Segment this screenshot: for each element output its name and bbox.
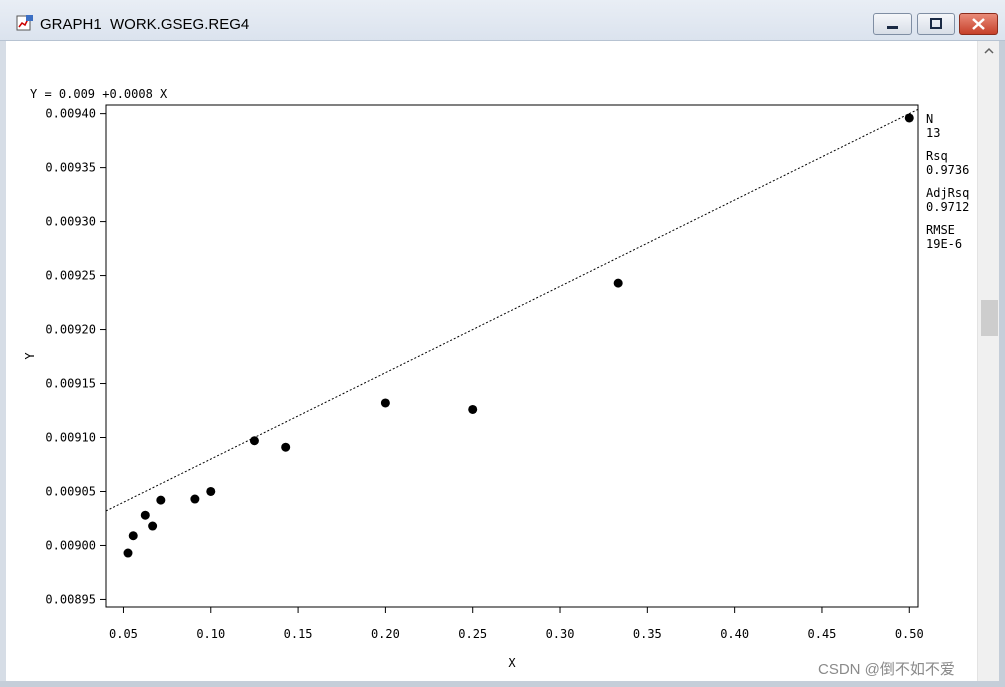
minimize-icon (887, 26, 898, 29)
y-axis: 0.00895 0.00900 0.00905 0.00910 0.00915 0.009… (45, 107, 106, 606)
data-point (128, 531, 138, 541)
window-title: GRAPH1 WORK.GSEG.REG4 (40, 16, 250, 33)
x-tick-label: 0.25 (458, 627, 487, 641)
data-point (190, 494, 200, 504)
x-tick-label: 0.45 (808, 627, 837, 641)
maximize-button[interactable] (917, 13, 955, 35)
x-tick-label: 0.50 (895, 627, 924, 641)
x-tick-label: 0.05 (109, 627, 138, 641)
data-point (904, 113, 914, 123)
y-axis-label: Y (23, 352, 37, 360)
x-tick-label: 0.15 (284, 627, 313, 641)
y-tick-label: 0.00920 (45, 323, 96, 337)
data-point (123, 548, 133, 558)
stat-label: N (926, 112, 933, 126)
scatter-plot: Y = 0.009 +0.0008 X 0.00895 0.00900 0.0090… (23, 87, 969, 670)
scroll-up-button[interactable] (978, 41, 1000, 61)
x-tick-label: 0.10 (196, 627, 225, 641)
chevron-up-icon (984, 47, 994, 54)
window-frame-right (999, 41, 1005, 687)
data-point (281, 442, 291, 452)
x-tick-label: 0.30 (546, 627, 575, 641)
data-point (206, 486, 216, 496)
x-tick-label: 0.20 (371, 627, 400, 641)
data-points (123, 113, 914, 558)
graph-canvas: Y = 0.009 +0.0008 X 0.00895 0.00900 0.0090… (6, 41, 977, 681)
stat-label: RMSE (926, 223, 955, 237)
stat-label: Rsq (926, 149, 948, 163)
stat-label: AdjRsq (926, 186, 969, 200)
graph-app-icon[interactable] (16, 14, 34, 32)
y-tick-label: 0.00935 (45, 161, 96, 175)
y-tick-label: 0.00900 (45, 538, 96, 552)
data-point (380, 398, 390, 408)
data-point (156, 495, 166, 505)
y-tick-label: 0.00915 (45, 377, 96, 391)
data-point (249, 436, 259, 446)
window-frame-bottom (0, 681, 1005, 687)
y-tick-label: 0.00930 (45, 215, 96, 229)
close-icon (972, 18, 985, 30)
scroll-thumb[interactable] (981, 300, 998, 336)
data-point (613, 278, 623, 288)
y-tick-label: 0.00925 (45, 269, 96, 283)
close-button[interactable] (959, 13, 998, 35)
minimize-button[interactable] (873, 13, 912, 35)
plot-frame (105, 104, 919, 608)
watermark: CSDN @倒不如不爱 (818, 661, 955, 678)
stat-value: 0.9712 (926, 200, 969, 214)
regression-line (105, 108, 919, 512)
stat-value: 19E-6 (926, 237, 962, 251)
stat-value: 0.9736 (926, 163, 969, 177)
regression-equation: Y = 0.009 +0.0008 X (30, 87, 168, 101)
y-tick-label: 0.00895 (45, 592, 96, 606)
x-axis-label: X (508, 656, 516, 670)
title-bar[interactable]: GRAPH1 WORK.GSEG.REG4 (0, 0, 1005, 41)
restore-icon (930, 18, 942, 29)
x-tick-label: 0.40 (720, 627, 749, 641)
stat-value: 13 (926, 126, 940, 140)
fit-statistics: N13 Rsq0.9736 AdjRsq0.9712 RMSE19E-6 (926, 112, 969, 251)
vertical-scrollbar[interactable] (977, 41, 1000, 681)
data-point (148, 521, 158, 531)
y-tick-label: 0.00940 (45, 107, 96, 121)
data-point (468, 404, 478, 414)
data-point (140, 510, 150, 520)
y-tick-label: 0.00910 (45, 431, 96, 445)
x-tick-label: 0.35 (633, 627, 662, 641)
x-axis: 0.05 0.10 0.15 0.20 0.25 0.30 0.35 0.40 0.45 0.50 (109, 607, 924, 641)
y-tick-label: 0.00905 (45, 484, 96, 498)
